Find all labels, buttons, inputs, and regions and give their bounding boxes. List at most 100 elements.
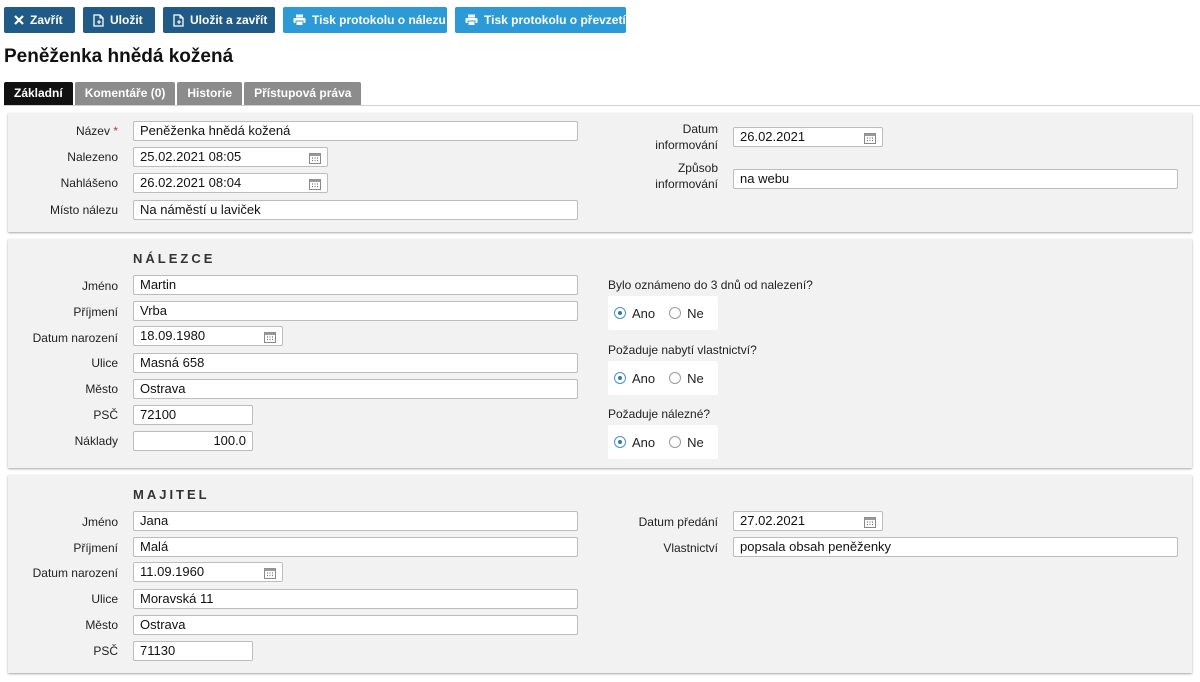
save-and-close-button[interactable]: Uložit a zavřít [163, 7, 275, 33]
info-date-input[interactable]: 26.02.2021 [733, 127, 883, 147]
found-place-input[interactable]: Na náměstí u laviček [133, 200, 578, 220]
finder-section-title: NÁLEZCE [133, 251, 216, 266]
ownership-claim-question: Požaduje nabytí vlastnictví? [608, 343, 757, 357]
finder-zip-label: PSČ [93, 408, 118, 422]
info-date-label: Datum informování [655, 122, 718, 152]
reported-in-time-question: Bylo oznámeno do 3 dnů od nalezení? [608, 278, 813, 292]
owner-zip-input[interactable]: 71130 [133, 641, 253, 661]
finder-zip-input[interactable]: 72100 [133, 405, 253, 425]
found-label: Nalezeno [67, 150, 118, 164]
owner-last-name-input[interactable]: Malá [133, 537, 578, 557]
ownership-proof-label: Vlastnictví [663, 541, 718, 555]
finder-street-input[interactable]: Masná 658 [133, 353, 578, 373]
print-handover-protocol-label: Tisk protokolu o převzetí [484, 13, 626, 27]
handover-date-value: 27.02.2021 [740, 513, 806, 528]
owner-birth-date-label: Datum narození [32, 566, 118, 580]
reported-datetime-value: 26.02.2021 08:04 [140, 175, 242, 190]
ownership-claim-radio-group: Ano Ne [608, 361, 718, 395]
save-and-close-button-label: Uložit a zavřít [190, 13, 268, 27]
info-date-value: 26.02.2021 [740, 129, 806, 144]
ownership-claim-no[interactable]: Ne [669, 371, 704, 386]
reported-datetime-input[interactable]: 26.02.2021 08:04 [133, 173, 328, 193]
calendar-icon[interactable] [264, 330, 276, 345]
finder-panel: NÁLEZCE Jméno Martin Příjmení Vrba Datum… [8, 239, 1192, 468]
info-method-label: Způsob informování [655, 161, 718, 191]
save-icon [93, 13, 104, 27]
finder-street-label: Ulice [91, 356, 118, 370]
finder-birth-date-value: 18.09.1980 [140, 328, 206, 343]
owner-first-name-label: Jméno [81, 515, 118, 529]
calendar-icon[interactable] [864, 131, 876, 146]
ownership-claim-yes[interactable]: Ano [614, 371, 655, 386]
calendar-icon[interactable] [264, 566, 276, 581]
reported-in-time-no[interactable]: Ne [669, 306, 704, 321]
finder-reward-yes[interactable]: Ano [614, 435, 655, 450]
ownership-proof-input[interactable]: popsala obsah peněženky [733, 537, 1178, 557]
owner-birth-date-value: 11.09.1960 [140, 564, 205, 579]
owner-street-label: Ulice [91, 592, 118, 606]
radio-selected-icon[interactable] [614, 436, 626, 448]
printer-icon [465, 14, 478, 26]
found-datetime-value: 25.02.2021 08:05 [140, 149, 242, 164]
owner-city-input[interactable]: Ostrava [133, 615, 578, 635]
radio-icon[interactable] [669, 307, 682, 319]
radio-selected-icon[interactable] [614, 372, 626, 384]
tab-access-rights[interactable]: Přístupová práva [244, 82, 362, 105]
tab-bar: Základní Komentáře (0) Historie Přístupo… [4, 82, 362, 105]
save-icon [173, 13, 184, 27]
name-input[interactable]: Peněženka hnědá kožená [133, 121, 578, 141]
found-place-label: Místo nálezu [49, 203, 118, 217]
finder-costs-input[interactable]: 100.0 [133, 431, 253, 451]
print-handover-protocol-button[interactable]: Tisk protokolu o převzetí [455, 7, 626, 33]
finder-birth-date-input[interactable]: 18.09.1980 [133, 326, 283, 346]
finder-costs-label: Náklady [74, 434, 118, 448]
close-button[interactable]: Zavřít [4, 7, 75, 33]
reported-label: Nahlášeno [60, 176, 118, 190]
info-method-input[interactable]: na webu [733, 169, 1178, 189]
finder-reward-no[interactable]: Ne [669, 435, 704, 450]
owner-street-input[interactable]: Moravská 11 [133, 589, 578, 609]
owner-last-name-label: Příjmení [73, 541, 118, 555]
owner-first-name-input[interactable]: Jana [133, 511, 578, 531]
finder-reward-radio-group: Ano Ne [608, 425, 718, 459]
tab-comments[interactable]: Komentáře (0) [74, 82, 176, 105]
print-found-protocol-button[interactable]: Tisk protokolu o nálezu [283, 7, 447, 33]
calendar-icon[interactable] [309, 177, 321, 192]
finder-last-name-label: Příjmení [73, 305, 118, 319]
close-button-label: Zavřít [30, 13, 63, 27]
finder-city-input[interactable]: Ostrava [133, 379, 578, 399]
owner-city-label: Město [85, 618, 118, 632]
radio-selected-icon[interactable] [614, 307, 626, 319]
calendar-icon[interactable] [309, 151, 321, 166]
handover-date-label: Datum předání [638, 515, 718, 529]
calendar-icon[interactable] [864, 515, 876, 530]
finder-last-name-input[interactable]: Vrba [133, 301, 578, 321]
finder-first-name-input[interactable]: Martin [133, 275, 578, 295]
found-datetime-input[interactable]: 25.02.2021 08:05 [133, 147, 328, 167]
handover-date-input[interactable]: 27.02.2021 [733, 511, 883, 531]
owner-panel: MAJITEL Jméno Jana Příjmení Malá Datum n… [8, 475, 1192, 673]
save-button[interactable]: Uložit [83, 7, 155, 33]
close-icon [14, 15, 24, 25]
reported-in-time-yes[interactable]: Ano [614, 306, 655, 321]
finder-first-name-label: Jméno [81, 279, 118, 293]
reported-in-time-radio-group: Ano Ne [608, 296, 718, 330]
print-found-protocol-label: Tisk protokolu o nálezu [312, 13, 446, 27]
name-label: Název * [75, 124, 118, 138]
finder-reward-question: Požaduje nálezné? [608, 407, 711, 421]
radio-icon[interactable] [669, 372, 682, 384]
tab-divider [4, 105, 1200, 106]
owner-section-title: MAJITEL [133, 487, 210, 502]
tab-history[interactable]: Historie [177, 82, 243, 105]
basic-info-panel: Název * Peněženka hnědá kožená Nalezeno … [8, 113, 1192, 232]
finder-city-label: Město [85, 382, 118, 396]
save-button-label: Uložit [110, 13, 143, 27]
finder-birth-date-label: Datum narození [32, 331, 118, 345]
owner-birth-date-input[interactable]: 11.09.1960 [133, 562, 283, 582]
tab-basic[interactable]: Základní [4, 82, 73, 105]
page-title: Peněženka hnědá kožená [4, 46, 234, 67]
required-mark: * [113, 124, 118, 138]
owner-zip-label: PSČ [93, 644, 118, 658]
printer-icon [293, 14, 306, 26]
radio-icon[interactable] [669, 436, 682, 448]
